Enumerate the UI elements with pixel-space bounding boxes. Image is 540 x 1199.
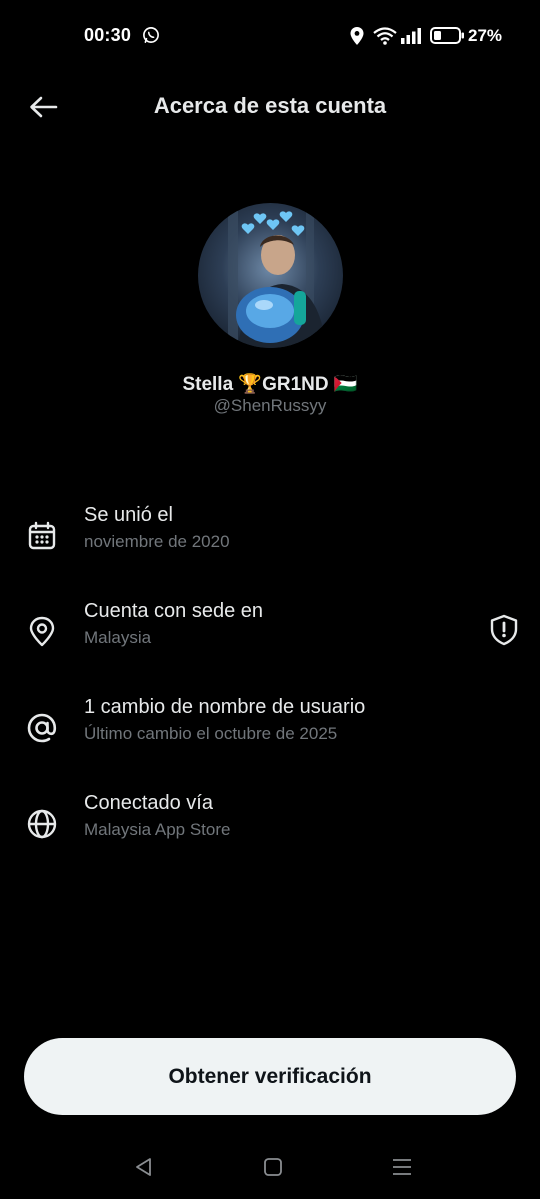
profile-handle: @ShenRussyy [213,396,327,415]
row-username-changes: 1 cambio de nombre de usuario Último cam… [0,696,540,780]
shield-alert-icon[interactable] [486,612,522,648]
globe-icon [24,806,60,842]
at-sign-icon [24,710,60,746]
location-pin-icon [24,614,60,650]
status-bar: 00:30 27% [0,0,540,72]
row-based-in: Cuenta con sede en Malaysia [0,600,540,684]
battery-percent: 27% [468,26,503,45]
row-joined: Se unió el noviembre de 2020 [0,504,540,588]
row-subtitle: Último cambio el octubre de 2025 [84,724,338,743]
system-nav-bar [0,1140,540,1199]
status-time: 00:30 [84,25,132,45]
battery-icon [430,27,464,44]
avatar-photo [228,203,326,348]
whatsapp-icon [143,27,159,43]
avatar[interactable] [198,203,343,348]
row-title: Se unió el [84,504,173,526]
wifi-icon [373,27,397,45]
nav-home-icon[interactable] [262,1156,284,1178]
row-subtitle: noviembre de 2020 [84,532,230,551]
signal-icon [401,28,421,44]
row-title: Conectado vía [84,792,213,814]
get-verified-button[interactable]: Obtener verificación [24,1038,516,1115]
row-connected-via: Conectado vía Malaysia App Store [0,792,540,876]
row-subtitle: Malaysia [84,628,152,647]
nav-back-icon[interactable] [133,1156,155,1178]
nav-recents-icon[interactable] [391,1156,413,1178]
location-icon [350,27,364,45]
row-title: 1 cambio de nombre de usuario [84,696,366,718]
page-title: Acerca de esta cuenta [153,93,387,118]
row-title: Cuenta con sede en [84,600,264,622]
profile-name: Stella 🏆GR1ND 🇵🇸 [182,374,358,395]
row-subtitle: Malaysia App Store [84,820,231,839]
calendar-icon [24,518,60,554]
